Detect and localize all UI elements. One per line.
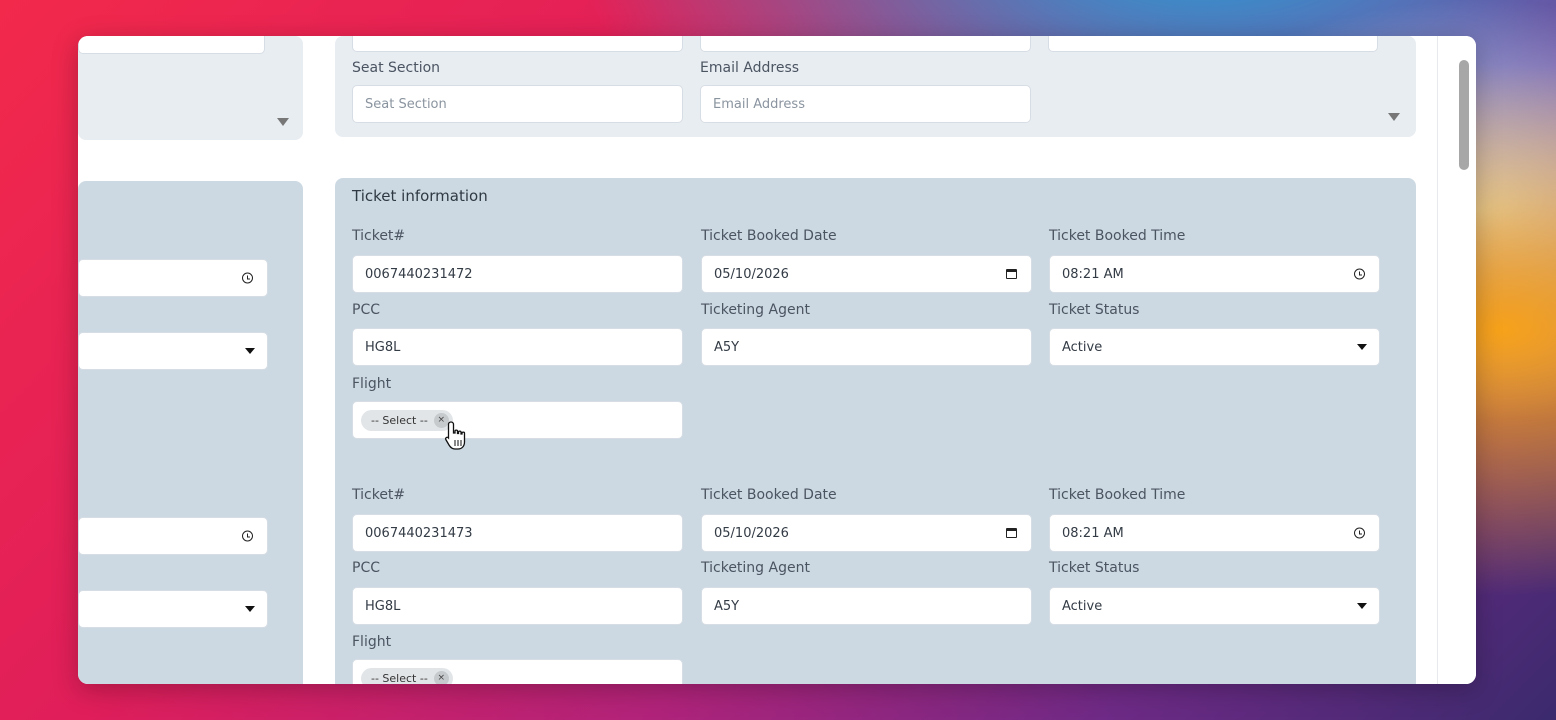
ticket-information-title: Ticket information	[352, 187, 488, 205]
chevron-down-icon[interactable]	[1357, 603, 1367, 609]
calendar-icon[interactable]	[1006, 528, 1017, 538]
flight-select-chip[interactable]: -- Select -- ×	[361, 667, 453, 685]
ticketing-agent-label: Ticketing Agent	[701, 560, 810, 576]
seat-section-input[interactable]: Seat Section	[352, 85, 683, 123]
hand-pointer-icon	[444, 421, 466, 450]
pcc-input[interactable]: HG8L	[352, 328, 683, 366]
ticket-status-label: Ticket Status	[1049, 302, 1140, 318]
flight-label: Flight	[352, 634, 392, 650]
ticket-booked-date-input[interactable]: 05/10/2026	[701, 514, 1032, 552]
ticketing-agent-value: A5Y	[714, 339, 740, 355]
ticket-number-label: Ticket#	[352, 487, 406, 503]
clock-icon[interactable]	[1354, 527, 1365, 539]
ticket-booked-time-value: 08:21 AM	[1062, 266, 1124, 282]
ticket-booked-date-value: 05/10/2026	[714, 525, 789, 541]
close-icon[interactable]: ×	[433, 670, 449, 684]
ticket-status-select[interactable]: Active	[1049, 328, 1380, 366]
email-address-label: Email Address	[700, 60, 800, 76]
email-address-placeholder: Email Address	[713, 96, 805, 112]
left-select-field-2[interactable]	[78, 590, 268, 628]
ticket-status-value: Active	[1062, 339, 1103, 355]
ticket-booked-date-label: Ticket Booked Date	[701, 228, 837, 244]
email-address-input[interactable]: Email Address	[700, 85, 1031, 123]
ticket-number-input[interactable]: 0067440231472	[352, 255, 683, 293]
seat-section-label: Seat Section	[352, 60, 441, 76]
contact-panel: Seat Section Seat Section Email Address …	[335, 36, 1416, 137]
left-time-field-2[interactable]	[78, 517, 268, 555]
ticketing-agent-input[interactable]: A5Y	[701, 587, 1032, 625]
ticket-information-panel: Ticket information Ticket# 0067440231472…	[335, 178, 1416, 684]
contact-scroll-down-arrow-icon[interactable]	[1388, 113, 1400, 121]
contact-top-field-1[interactable]	[352, 36, 683, 52]
ticket-booked-date-value: 05/10/2026	[714, 266, 789, 282]
pcc-label: PCC	[352, 560, 380, 576]
pcc-value: HG8L	[365, 598, 401, 614]
left-main-panel	[78, 181, 303, 684]
flight-select-chip[interactable]: -- Select -- ×	[361, 409, 453, 431]
ticket-booked-time-label: Ticket Booked Time	[1049, 487, 1186, 503]
clock-icon[interactable]	[242, 272, 253, 284]
ticketing-agent-value: A5Y	[714, 598, 740, 614]
pcc-label: PCC	[352, 302, 380, 318]
pcc-input[interactable]: HG8L	[352, 587, 683, 625]
left-time-field-1[interactable]	[78, 259, 268, 297]
flight-chip-label: -- Select --	[371, 671, 428, 685]
left-select-field-1[interactable]	[78, 332, 268, 370]
ticketing-agent-label: Ticketing Agent	[701, 302, 810, 318]
ticket-booked-date-input[interactable]: 05/10/2026	[701, 255, 1032, 293]
pcc-value: HG8L	[365, 339, 401, 355]
scrollbar-thumb[interactable]	[1459, 60, 1469, 170]
clock-icon[interactable]	[1354, 268, 1365, 280]
seat-section-placeholder: Seat Section	[365, 96, 447, 112]
ticket-number-value: 0067440231473	[365, 525, 473, 541]
ticket-booked-time-input[interactable]: 08:21 AM	[1049, 514, 1380, 552]
ticket-number-label: Ticket#	[352, 228, 406, 244]
left-top-field[interactable]	[78, 36, 265, 54]
chevron-down-icon[interactable]	[1357, 344, 1367, 350]
chevron-down-icon[interactable]	[245, 606, 255, 612]
chevron-down-icon[interactable]	[245, 348, 255, 354]
contact-top-field-3[interactable]	[1048, 36, 1378, 52]
ticketing-agent-input[interactable]: A5Y	[701, 328, 1032, 366]
flight-label: Flight	[352, 376, 392, 392]
ticket-status-value: Active	[1062, 598, 1103, 614]
ticket-status-label: Ticket Status	[1049, 560, 1140, 576]
contact-top-field-2[interactable]	[700, 36, 1031, 52]
left-top-panel	[78, 36, 303, 140]
left-scroll-down-arrow-icon[interactable]	[277, 118, 289, 126]
ticket-number-value: 0067440231472	[365, 266, 473, 282]
ticket-number-input[interactable]: 0067440231473	[352, 514, 683, 552]
calendar-icon[interactable]	[1006, 269, 1017, 279]
page-scrollbar[interactable]	[1437, 36, 1476, 684]
ticket-booked-time-input[interactable]: 08:21 AM	[1049, 255, 1380, 293]
app-window: Seat Section Seat Section Email Address …	[78, 36, 1476, 684]
ticket-booked-date-label: Ticket Booked Date	[701, 487, 837, 503]
flight-multiselect[interactable]: -- Select -- ×	[352, 659, 683, 684]
ticket-booked-time-value: 08:21 AM	[1062, 525, 1124, 541]
ticket-status-select[interactable]: Active	[1049, 587, 1380, 625]
flight-multiselect[interactable]: -- Select -- ×	[352, 401, 683, 439]
clock-icon[interactable]	[242, 530, 253, 542]
ticket-booked-time-label: Ticket Booked Time	[1049, 228, 1186, 244]
flight-chip-label: -- Select --	[371, 413, 428, 427]
